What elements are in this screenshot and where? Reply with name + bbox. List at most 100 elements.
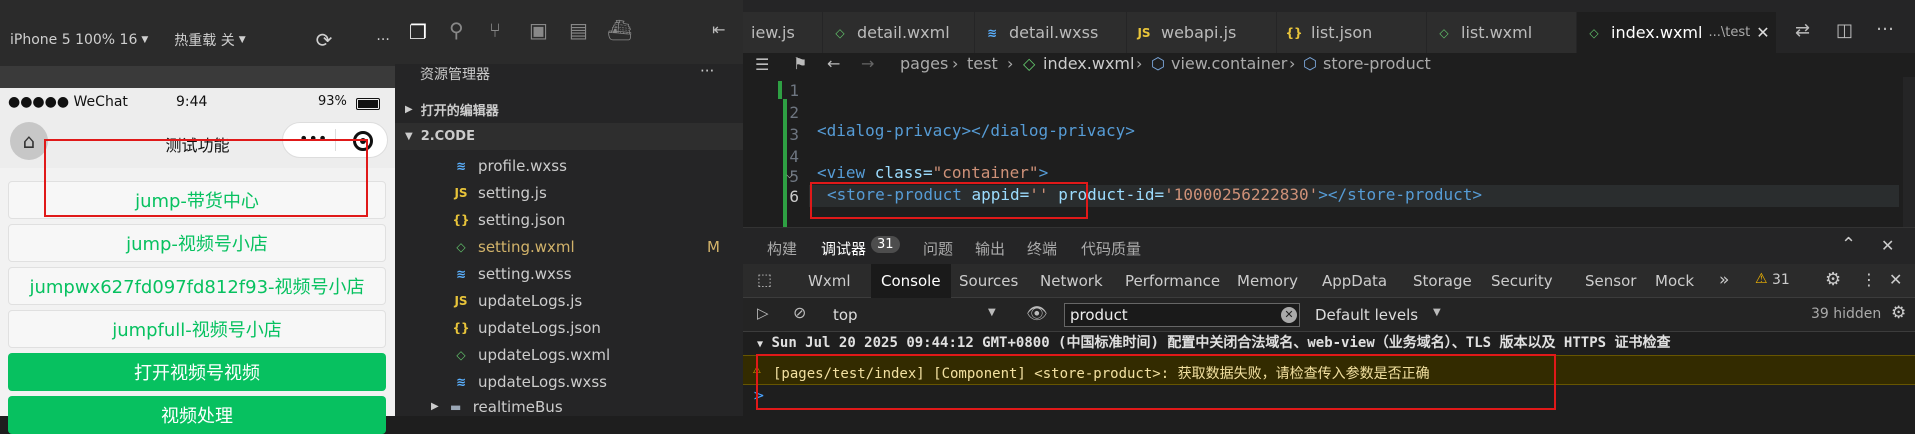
tab-index-wxml[interactable]: ◇ index.wxml ...\test ✕ — [1577, 12, 1777, 53]
breadcrumb-item[interactable]: index.wxml — [1043, 54, 1134, 73]
devtools-tab-console[interactable]: Console — [871, 264, 951, 298]
tab-label: webapi.js — [1161, 23, 1237, 42]
breadcrumb-item[interactable]: test — [967, 54, 998, 73]
tab-list-json[interactable]: {} list.json — [1277, 12, 1427, 53]
tab-terminal[interactable]: 终端 — [1027, 238, 1057, 259]
breadcrumb-item[interactable]: pages — [900, 54, 948, 73]
jump-shop-button[interactable]: jump-视频号小店 — [8, 224, 386, 262]
tab-debugger[interactable]: 调试器 — [821, 238, 866, 259]
close-panel-icon[interactable]: ✕ — [1881, 236, 1894, 255]
inspect-element-icon[interactable]: ⬚ — [757, 270, 772, 289]
devtools-tab-security[interactable]: Security — [1491, 272, 1553, 290]
file-name: updateLogs.wxml — [478, 345, 611, 364]
tree-file-row[interactable]: JS updateLogs.js — [395, 287, 743, 314]
jumpfull-shop-button[interactable]: jumpfull-视频号小店 — [8, 310, 386, 348]
js-file-icon: JS — [454, 185, 468, 200]
file-name: updateLogs.json — [478, 318, 601, 337]
compare-icon[interactable]: ⇄ — [1795, 20, 1810, 41]
tab-code-quality[interactable]: 代码质量 — [1081, 238, 1141, 259]
open-video-button[interactable]: 打开视频号视频 — [8, 353, 386, 391]
devtools-tab-sensor[interactable]: Sensor — [1585, 272, 1636, 290]
refresh-icon[interactable]: ⟳ — [316, 28, 333, 52]
search-icon[interactable]: ⚲ — [449, 18, 464, 42]
tree-file-row[interactable]: ◇ setting.wxml M — [395, 233, 743, 260]
console-settings-icon[interactable]: ⚙ — [1891, 303, 1906, 323]
wxml-file-icon: ◇ — [1439, 25, 1449, 40]
extensions-icon[interactable]: ▤ — [569, 18, 588, 42]
source-control-icon[interactable]: ⑂ — [489, 18, 501, 42]
devtools-tab-network[interactable]: Network — [1040, 272, 1103, 290]
close-icon[interactable]: ✕ — [1756, 23, 1769, 42]
tree-file-row[interactable]: JS setting.js — [395, 179, 743, 206]
devtools-tab-wxml[interactable]: Wxml — [808, 272, 851, 290]
debug-icon[interactable]: ▣ — [529, 18, 548, 42]
battery-icon — [356, 98, 380, 110]
code-line: <view class="container"> — [817, 163, 1048, 182]
line-number: 6 — [789, 187, 799, 206]
docker-icon[interactable]: ⛴ — [607, 18, 632, 42]
tab-list-wxml[interactable]: ◇ list.wxml — [1427, 12, 1577, 53]
tree-file-row[interactable]: ≋ setting.wxss — [395, 260, 743, 287]
collapse-sidebar-icon[interactable]: ⇤ — [712, 20, 725, 39]
list-icon[interactable]: ☰ — [755, 55, 769, 74]
tab-detail-wxml[interactable]: ◇ detail.wxml — [823, 12, 975, 53]
back-arrow-icon[interactable]: ← — [827, 54, 840, 73]
filter-input[interactable]: product ✕ — [1064, 303, 1300, 327]
more-button[interactable]: ··· — [376, 32, 389, 48]
more-tabs-icon[interactable]: » — [1719, 270, 1729, 290]
jumpwx-shop-button[interactable]: jumpwx627fd097fd812f93-视频号小店 — [8, 267, 386, 305]
folder-name: realtimeBus — [472, 397, 563, 416]
hotreload-select[interactable]: 热重载 关 — [174, 30, 234, 50]
tab-view-js[interactable]: iew.js — [743, 12, 823, 53]
tab-problems[interactable]: 问题 — [923, 238, 953, 259]
tree-file-row[interactable]: ◇ updateLogs.wxml — [395, 341, 743, 368]
line-number: 3 — [789, 125, 799, 144]
devtools-tab-mock[interactable]: Mock — [1655, 272, 1694, 290]
tree-folder-row[interactable]: ▶ ▬ realtimeBus — [395, 397, 743, 416]
wxml-file-icon: ◇ — [456, 347, 466, 362]
tree-file-row[interactable]: ≋ updateLogs.wxss — [395, 368, 743, 395]
video-process-button[interactable]: 视频处理 — [8, 396, 386, 434]
context-select[interactable]: top — [833, 306, 858, 324]
clear-filter-icon[interactable]: ✕ — [1281, 307, 1297, 323]
device-select[interactable]: iPhone 5 100% 16 — [10, 32, 137, 48]
tree-file-row[interactable]: {} updateLogs.json — [395, 314, 743, 341]
close-devtools-icon[interactable]: ✕ — [1889, 270, 1902, 289]
maximize-panel-icon[interactable]: ⌃ — [1841, 234, 1856, 255]
battery-percent: 93% — [318, 94, 347, 109]
open-editors-section[interactable]: ▶ 打开的编辑器 — [395, 96, 743, 123]
breadcrumb-item[interactable]: view.container — [1171, 54, 1287, 73]
devtools-tab-storage[interactable]: Storage — [1413, 272, 1472, 290]
minimap-strip — [1903, 77, 1915, 227]
devtools-tab-sources[interactable]: Sources — [959, 272, 1018, 290]
devtools-tab-appdata[interactable]: AppData — [1322, 272, 1387, 290]
project-root-section[interactable]: ▼ 2.CODE — [395, 123, 743, 150]
element-icon: ⬡ — [1151, 54, 1165, 73]
clear-console-icon[interactable]: ⊘ — [793, 303, 806, 322]
tree-file-row[interactable]: ≋ profile.wxss — [395, 152, 743, 179]
forward-arrow-icon[interactable]: → — [861, 54, 874, 73]
levels-select[interactable]: Default levels — [1315, 306, 1418, 324]
eye-icon[interactable]: 👁 — [1026, 304, 1048, 324]
expand-triangle-icon[interactable]: ▼ — [757, 339, 763, 350]
breadcrumb-separator: › — [1007, 54, 1014, 73]
more-vertical-icon[interactable]: ⋮ — [1861, 270, 1877, 289]
warning-count[interactable]: 31 — [1772, 272, 1790, 288]
tab-detail-wxss[interactable]: ≋ detail.wxss — [975, 12, 1127, 53]
split-editor-icon[interactable]: ◫ — [1836, 20, 1853, 41]
devtools-tab-memory[interactable]: Memory — [1237, 272, 1298, 290]
devtools-tab-performance[interactable]: Performance — [1125, 272, 1220, 290]
bookmark-icon[interactable]: ⚑ — [793, 54, 807, 73]
settings-gear-icon[interactable]: ⚙ — [1825, 269, 1841, 290]
files-icon[interactable]: ❐ — [409, 20, 427, 44]
more-actions-icon[interactable]: … — [1876, 14, 1894, 35]
breadcrumb-item[interactable]: store-product — [1323, 54, 1431, 73]
hidden-count: 39 hidden — [1811, 306, 1882, 322]
fold-chevron-icon[interactable]: ⌵ — [786, 167, 793, 181]
sidebar-toggle-icon[interactable]: ▷ — [757, 304, 769, 322]
explorer-more-button[interactable]: ··· — [700, 62, 714, 80]
tab-build[interactable]: 构建 — [767, 238, 797, 259]
tree-file-row[interactable]: {} setting.json — [395, 206, 743, 233]
tab-webapi-js[interactable]: JS webapi.js — [1127, 12, 1277, 53]
tab-output[interactable]: 输出 — [975, 238, 1005, 259]
